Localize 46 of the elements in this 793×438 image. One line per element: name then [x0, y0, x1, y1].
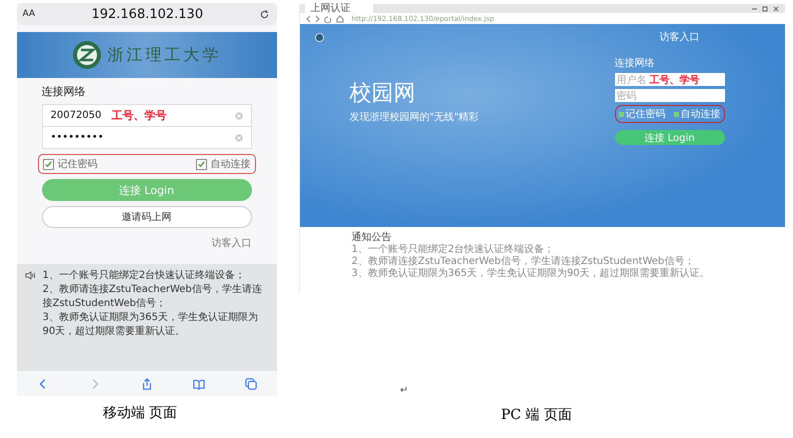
speaker-icon: [24, 271, 36, 280]
text-size-button[interactable]: AA: [22, 9, 36, 19]
notice-text: 2、教师请连接ZstuTeacherWeb信号，学生请连接ZstuStudentWeb信号；: [42, 283, 263, 311]
school-emblem-icon: [72, 40, 102, 70]
annotation-text: 工号、学号: [650, 74, 700, 86]
figure-caption: PC 端 页面: [500, 406, 572, 424]
input-field[interactable]: 20072050 工号、学号: [42, 105, 250, 127]
form-title: 连接网络: [614, 56, 656, 70]
form-title: 连接网络: [42, 84, 86, 99]
school-emblem-icon: [314, 32, 324, 42]
hero-title: 校园网: [350, 80, 416, 108]
checkbox[interactable]: 记住密码: [42, 157, 98, 171]
notice-text: 2、教师请连接ZstuTeacherWeb信号，学生请连接ZstuStudentWeb信号；: [352, 256, 696, 268]
input-field[interactable]: •••••••••: [42, 127, 250, 148]
reload-icon[interactable]: [259, 8, 270, 20]
guest-link[interactable]: 访客入口: [660, 30, 700, 44]
input-field[interactable]: 密码: [614, 89, 724, 102]
field-value: •••••••••: [50, 132, 104, 143]
field-value: 20072050: [50, 110, 102, 121]
address-bar[interactable]: AA 192.168.102.130: [16, 3, 276, 25]
placeholder-text: 用户名: [616, 74, 646, 86]
book-icon[interactable]: [192, 378, 204, 390]
guest-link[interactable]: 访客入口: [212, 236, 252, 250]
tabs-icon[interactable]: [244, 378, 256, 390]
share-icon[interactable]: [140, 378, 152, 390]
notice-text: 1、一个账号只能绑定2台快速认证终端设备；: [42, 269, 246, 283]
notice-title: 通知公告: [352, 230, 392, 244]
figure-caption: 移动端 页面: [102, 404, 178, 422]
invite-code-button[interactable]: 邀请码上网: [42, 206, 252, 228]
paragraph-mark: ↵: [400, 385, 408, 396]
placeholder-text: 密码: [616, 90, 636, 102]
annotation-text: 工号、学号: [111, 108, 166, 123]
hero-subtitle: 发现浙理校园网的"无线"精彩: [350, 110, 479, 124]
url-text: 192.168.102.130: [91, 6, 204, 22]
checkbox[interactable]: 自动连接: [196, 157, 250, 171]
notice-text: 3、教师免认证期限为365天，学生免认证期限为90天，超过期限需要重新认证。: [42, 311, 259, 339]
notice-text: 3、教师免认证期限为365天，学生免认证期限为90天，超过期限需要重新认证。: [352, 268, 711, 280]
input-field[interactable]: 用户名 工号、学号: [614, 73, 724, 86]
login-button[interactable]: 连接 Login: [614, 130, 724, 145]
school-name: 浙江理工大学: [108, 44, 222, 66]
window-controls-icon[interactable]: [750, 6, 780, 12]
browser-tab[interactable]: 上网认证: [304, 4, 372, 13]
navigation-icon[interactable]: [306, 14, 346, 22]
checkbox[interactable]: 自动连接: [674, 107, 720, 121]
notice-text: 1、一个账号只能绑定2台快速认证终端设备；: [352, 244, 556, 256]
checkbox[interactable]: 记住密码: [618, 107, 666, 121]
